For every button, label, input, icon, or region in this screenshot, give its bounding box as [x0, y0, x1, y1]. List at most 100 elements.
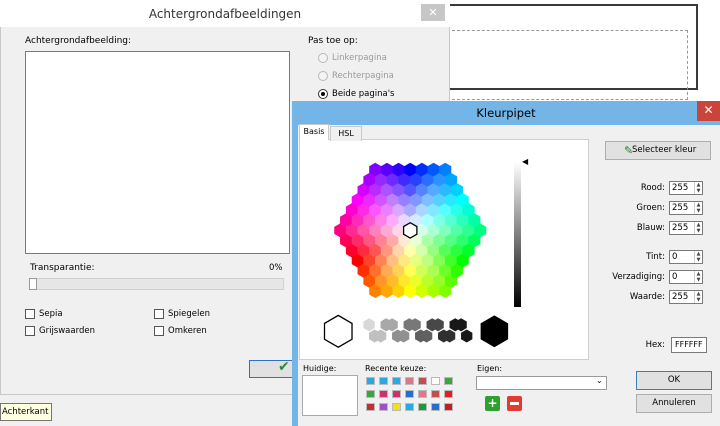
ok-button[interactable]: OK — [636, 371, 712, 390]
checkbox-label: Sepia — [39, 309, 63, 319]
transparency-value: 0% — [269, 263, 283, 273]
field-label: Waarde: — [629, 292, 665, 302]
checkbox-icon — [25, 309, 35, 319]
current-color-label: Huidige: — [303, 364, 337, 373]
recent-color-swatch[interactable] — [366, 390, 375, 398]
radio-label: Linkerpagina — [332, 53, 387, 63]
field-label: Groen: — [636, 203, 665, 213]
radio-left-page[interactable]: Linkerpagina — [318, 53, 387, 63]
recent-color-swatch[interactable] — [405, 377, 414, 385]
recent-color-swatch[interactable] — [366, 377, 375, 385]
radio-label: Beide pagina's — [332, 89, 395, 99]
checkbox-icon — [154, 326, 164, 336]
recent-colors-label: Recente keuze: — [365, 364, 427, 373]
spinner-value: 255 — [672, 183, 689, 193]
recent-color-swatch[interactable] — [431, 390, 440, 398]
recent-color-swatch[interactable] — [444, 390, 453, 398]
checkbox-label: Grijswaarden — [39, 326, 95, 336]
dialog-title: Kleurpipet — [476, 106, 536, 120]
field-label: Blauw: — [636, 223, 665, 233]
tooltip: Achterkant — [0, 403, 52, 421]
radio-label: Rechterpagina — [332, 71, 394, 81]
spinner-arrows-icon[interactable]: ▲ ▼ — [694, 291, 702, 303]
spinner-arrows-icon[interactable]: ▲ ▼ — [694, 251, 702, 263]
checkbox-grayscale[interactable]: Grijswaarden — [25, 326, 95, 336]
page-margin-guide — [452, 30, 688, 100]
value-spinner[interactable]: 0 ▲ ▼ — [669, 270, 703, 284]
chevron-down-icon[interactable]: ⌄ — [596, 376, 603, 385]
transparency-slider[interactable] — [29, 278, 284, 290]
radio-right-page[interactable]: Rechterpagina — [318, 71, 394, 81]
checkbox-icon — [154, 309, 164, 319]
white-color-cell[interactable] — [323, 314, 353, 348]
recent-color-swatch[interactable] — [431, 377, 440, 385]
apply-to-label: Pas toe op: — [308, 36, 358, 46]
recent-color-swatch[interactable] — [444, 403, 453, 411]
black-color-cell[interactable] — [480, 315, 509, 348]
custom-colors-dropdown[interactable] — [476, 376, 607, 390]
radio-selected-icon — [318, 89, 328, 99]
luminance-slider[interactable] — [514, 162, 521, 307]
spinner-value: 255 — [672, 203, 689, 213]
recent-color-swatch[interactable] — [405, 390, 414, 398]
checkbox-icon — [25, 326, 35, 336]
eyedropper-icon: ✎ — [624, 144, 634, 157]
hexagon-color-wheel[interactable] — [299, 140, 514, 360]
radio-icon — [318, 53, 328, 63]
recent-color-swatch[interactable] — [418, 403, 427, 411]
spinner-value: 0 — [672, 272, 678, 282]
checkbox-label: Omkeren — [168, 326, 207, 336]
value-spinner[interactable]: 255 ▲ ▼ — [669, 290, 703, 304]
recent-color-swatch[interactable] — [379, 377, 388, 385]
slider-arrow-icon[interactable]: ◀ — [522, 157, 528, 166]
recent-color-swatch[interactable] — [392, 390, 401, 398]
recent-color-swatch[interactable] — [379, 390, 388, 398]
close-button[interactable]: ✕ — [697, 101, 720, 121]
recent-color-swatch[interactable] — [405, 403, 414, 411]
background-image-label: Achtergrondafbeelding: — [25, 36, 132, 46]
spinner-value: 255 — [672, 223, 689, 233]
spinner-arrows-icon[interactable]: ▲ ▼ — [694, 222, 702, 234]
spinner-value: 0 — [672, 252, 678, 262]
tab-hsl[interactable]: HSL — [330, 126, 362, 141]
recent-color-swatch[interactable] — [392, 403, 401, 411]
checkbox-label: Spiegelen — [168, 309, 210, 319]
recent-color-swatch[interactable] — [431, 403, 440, 411]
dialog-title: Achtergrondafbeeldingen — [148, 7, 302, 21]
radio-both-pages[interactable]: Beide pagina's — [318, 89, 394, 99]
minus-icon — [510, 402, 519, 405]
hex-label: Hex: — [645, 340, 665, 350]
add-color-button[interactable]: + — [485, 396, 500, 411]
recent-color-swatch[interactable] — [366, 403, 375, 411]
checkbox-sepia[interactable]: Sepia — [25, 309, 63, 319]
value-spinner[interactable]: 255 ▲ ▼ — [669, 181, 703, 195]
spinner-arrows-icon[interactable]: ▲ ▼ — [694, 182, 702, 194]
hex-input[interactable]: FFFFFF — [671, 337, 707, 353]
field-label: Verzadiging: — [612, 272, 665, 282]
recent-color-swatch[interactable] — [418, 377, 427, 385]
gray-color-cell[interactable] — [363, 318, 375, 332]
value-spinner[interactable]: 0 ▲ ▼ — [669, 250, 703, 264]
spinner-arrows-icon[interactable]: ▲ ▼ — [694, 271, 702, 283]
select-color-button[interactable]: Selecteer kleur — [605, 141, 711, 160]
checkbox-invert[interactable]: Omkeren — [154, 326, 207, 336]
value-spinner[interactable]: 255 ▲ ▼ — [669, 221, 703, 235]
cancel-button[interactable]: Annuleren — [636, 394, 712, 413]
field-label: Rood: — [640, 183, 665, 193]
recent-color-swatch[interactable] — [379, 403, 388, 411]
transparency-label: Transparantie: — [30, 263, 95, 273]
background-image-preview[interactable] — [25, 51, 290, 254]
spinner-arrows-icon[interactable]: ▲ ▼ — [694, 202, 702, 214]
selected-color-cell[interactable] — [402, 221, 418, 239]
recent-color-swatch[interactable] — [444, 377, 453, 385]
checkbox-mirror[interactable]: Spiegelen — [154, 309, 210, 319]
value-spinner[interactable]: 255 ▲ ▼ — [669, 201, 703, 215]
recent-color-swatch[interactable] — [418, 390, 427, 398]
tab-basis[interactable]: Basis — [299, 124, 329, 140]
recent-color-swatch[interactable] — [392, 377, 401, 385]
radio-icon — [318, 71, 328, 81]
current-color-swatch — [302, 375, 358, 416]
gray-color-cell[interactable] — [461, 329, 473, 343]
close-button[interactable]: ✕ — [421, 4, 445, 21]
transparency-slider-thumb[interactable] — [29, 278, 37, 290]
